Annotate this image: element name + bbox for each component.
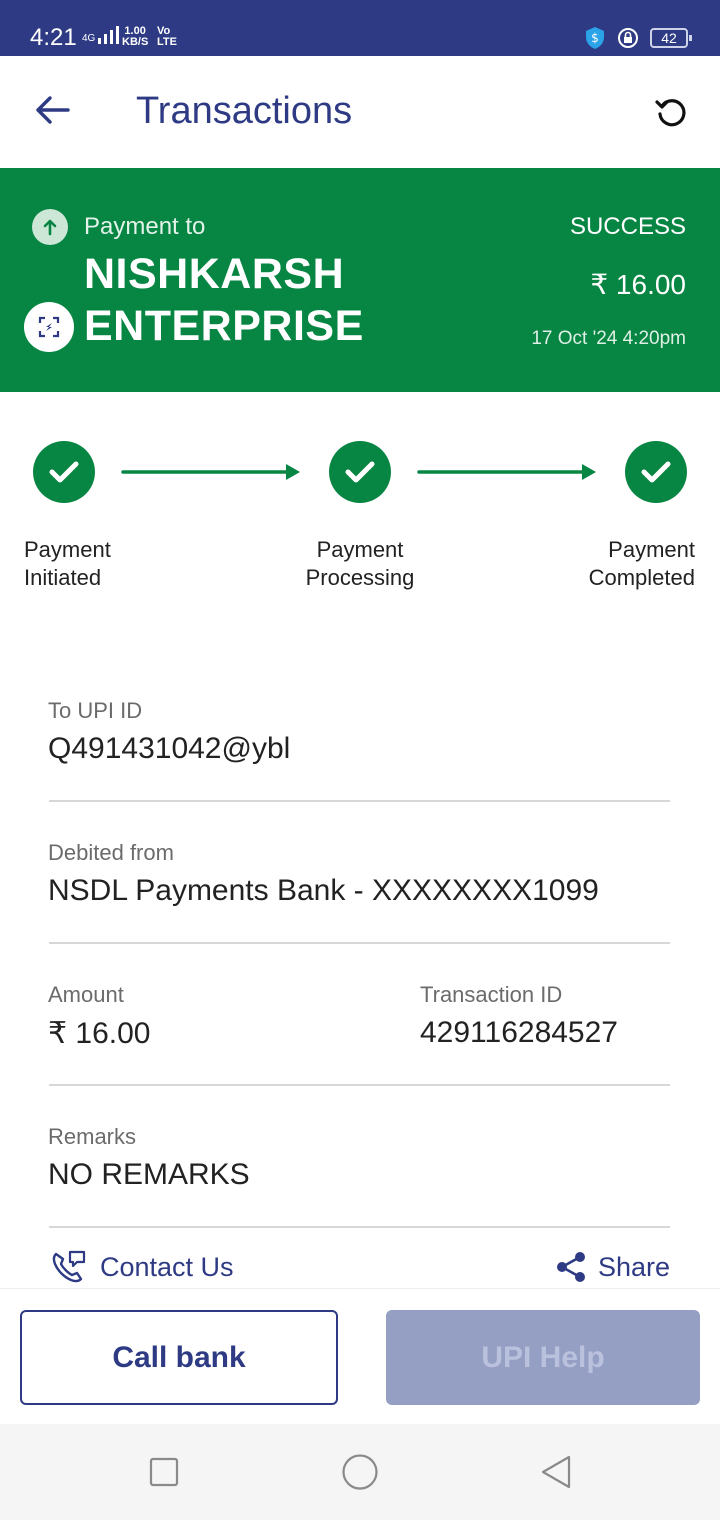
step-arrow-2 [417,464,596,480]
contact-us-link[interactable]: Contact Us [50,1248,234,1286]
bottom-action-bar: Call bank UPI Help [0,1288,720,1424]
signal-icon: 4G [82,26,120,44]
phone-chat-icon [52,1250,86,1283]
step-label-line: Initiated [24,565,102,590]
divider [49,1084,670,1086]
triangle-back-icon [541,1455,571,1489]
step-label-line: Completed [588,565,695,590]
divider [49,942,670,944]
nav-back-button[interactable] [536,1452,576,1492]
step-label-completed: Payment Completed [589,536,695,592]
circle-icon [342,1454,378,1490]
remarks-label: Remarks [48,1124,137,1149]
status-time: 4:21 [30,24,77,51]
call-bank-button[interactable]: Call bank [20,1310,338,1405]
payment-date: 17 Oct '24 4:20pm [531,328,686,349]
debited-from-label: Debited from [48,840,174,865]
status-icons: $ 42 [584,26,692,50]
app-bar: Transactions [0,56,720,168]
arrow-left-icon [36,96,70,124]
refresh-icon [655,99,686,127]
network-speed: 1.00 KB/S [122,26,148,48]
status-bar: 4:21 4G 1.00 KB/S Vo LTE $ 42 [0,0,720,56]
transaction-id-label: Transaction ID [420,982,563,1007]
amount-value: ₹ 16.00 [48,1017,151,1050]
payment-summary-card: Payment to NISHKARSH ENTERPRISE SUCCESS … [0,168,720,392]
share-label: Share [597,1251,670,1282]
step-label-line: Payment [24,537,111,562]
contact-us-label: Contact Us [100,1251,234,1282]
share-link[interactable]: Share [554,1250,670,1284]
transaction-id-value: 429116284527 [420,1016,618,1049]
debited-from-value: NSDL Payments Bank - XXXXXXXX1099 [48,874,599,907]
status-badge: SUCCESS [569,213,686,240]
upi-help-button[interactable]: UPI Help [386,1310,700,1405]
step-processing-check-icon [329,441,391,503]
merchant-logo-icon [24,302,74,352]
step-label-processing: Payment Processing [280,536,440,592]
speed-unit: KB/S [122,36,149,48]
system-navigation-bar [0,1424,720,1520]
merchant-name: NISHKARSH ENTERPRISE [84,250,364,350]
upi-id-value: Q491431042@ybl [48,732,291,765]
upi-id-label: To UPI ID [48,698,143,723]
step-label-line: Payment [608,537,695,562]
step-label-line: Payment [316,537,404,562]
remarks-value: NO REMARKS [48,1158,250,1191]
recent-apps-button[interactable] [144,1452,184,1492]
payment-amount: ₹ 16.00 [590,269,686,300]
refresh-button[interactable] [648,88,696,136]
share-icon [556,1252,585,1282]
divider [49,1226,670,1228]
rotation-lock-icon [618,28,638,48]
arrow-up-icon [32,209,68,245]
back-button[interactable] [30,88,74,132]
security-shield-icon: $ [586,27,604,49]
step-completed-check-icon [625,441,687,503]
volte-indicator: Vo LTE [157,26,177,48]
network-type: 4G [82,33,96,44]
divider [49,800,670,802]
payment-to-label: Payment to [84,213,206,240]
step-label-initiated: Payment Initiated [24,536,111,592]
amount-label: Amount [48,982,124,1007]
volte-bottom: LTE [157,36,177,48]
battery-icon: 42 [650,28,692,48]
square-icon [149,1457,179,1487]
step-label-line: Processing [305,565,415,590]
home-button[interactable] [340,1452,380,1492]
step-initiated-check-icon [33,441,95,503]
page-title: Transactions [136,90,353,132]
step-arrow-1 [121,464,300,480]
svg-text:$: $ [591,31,599,45]
